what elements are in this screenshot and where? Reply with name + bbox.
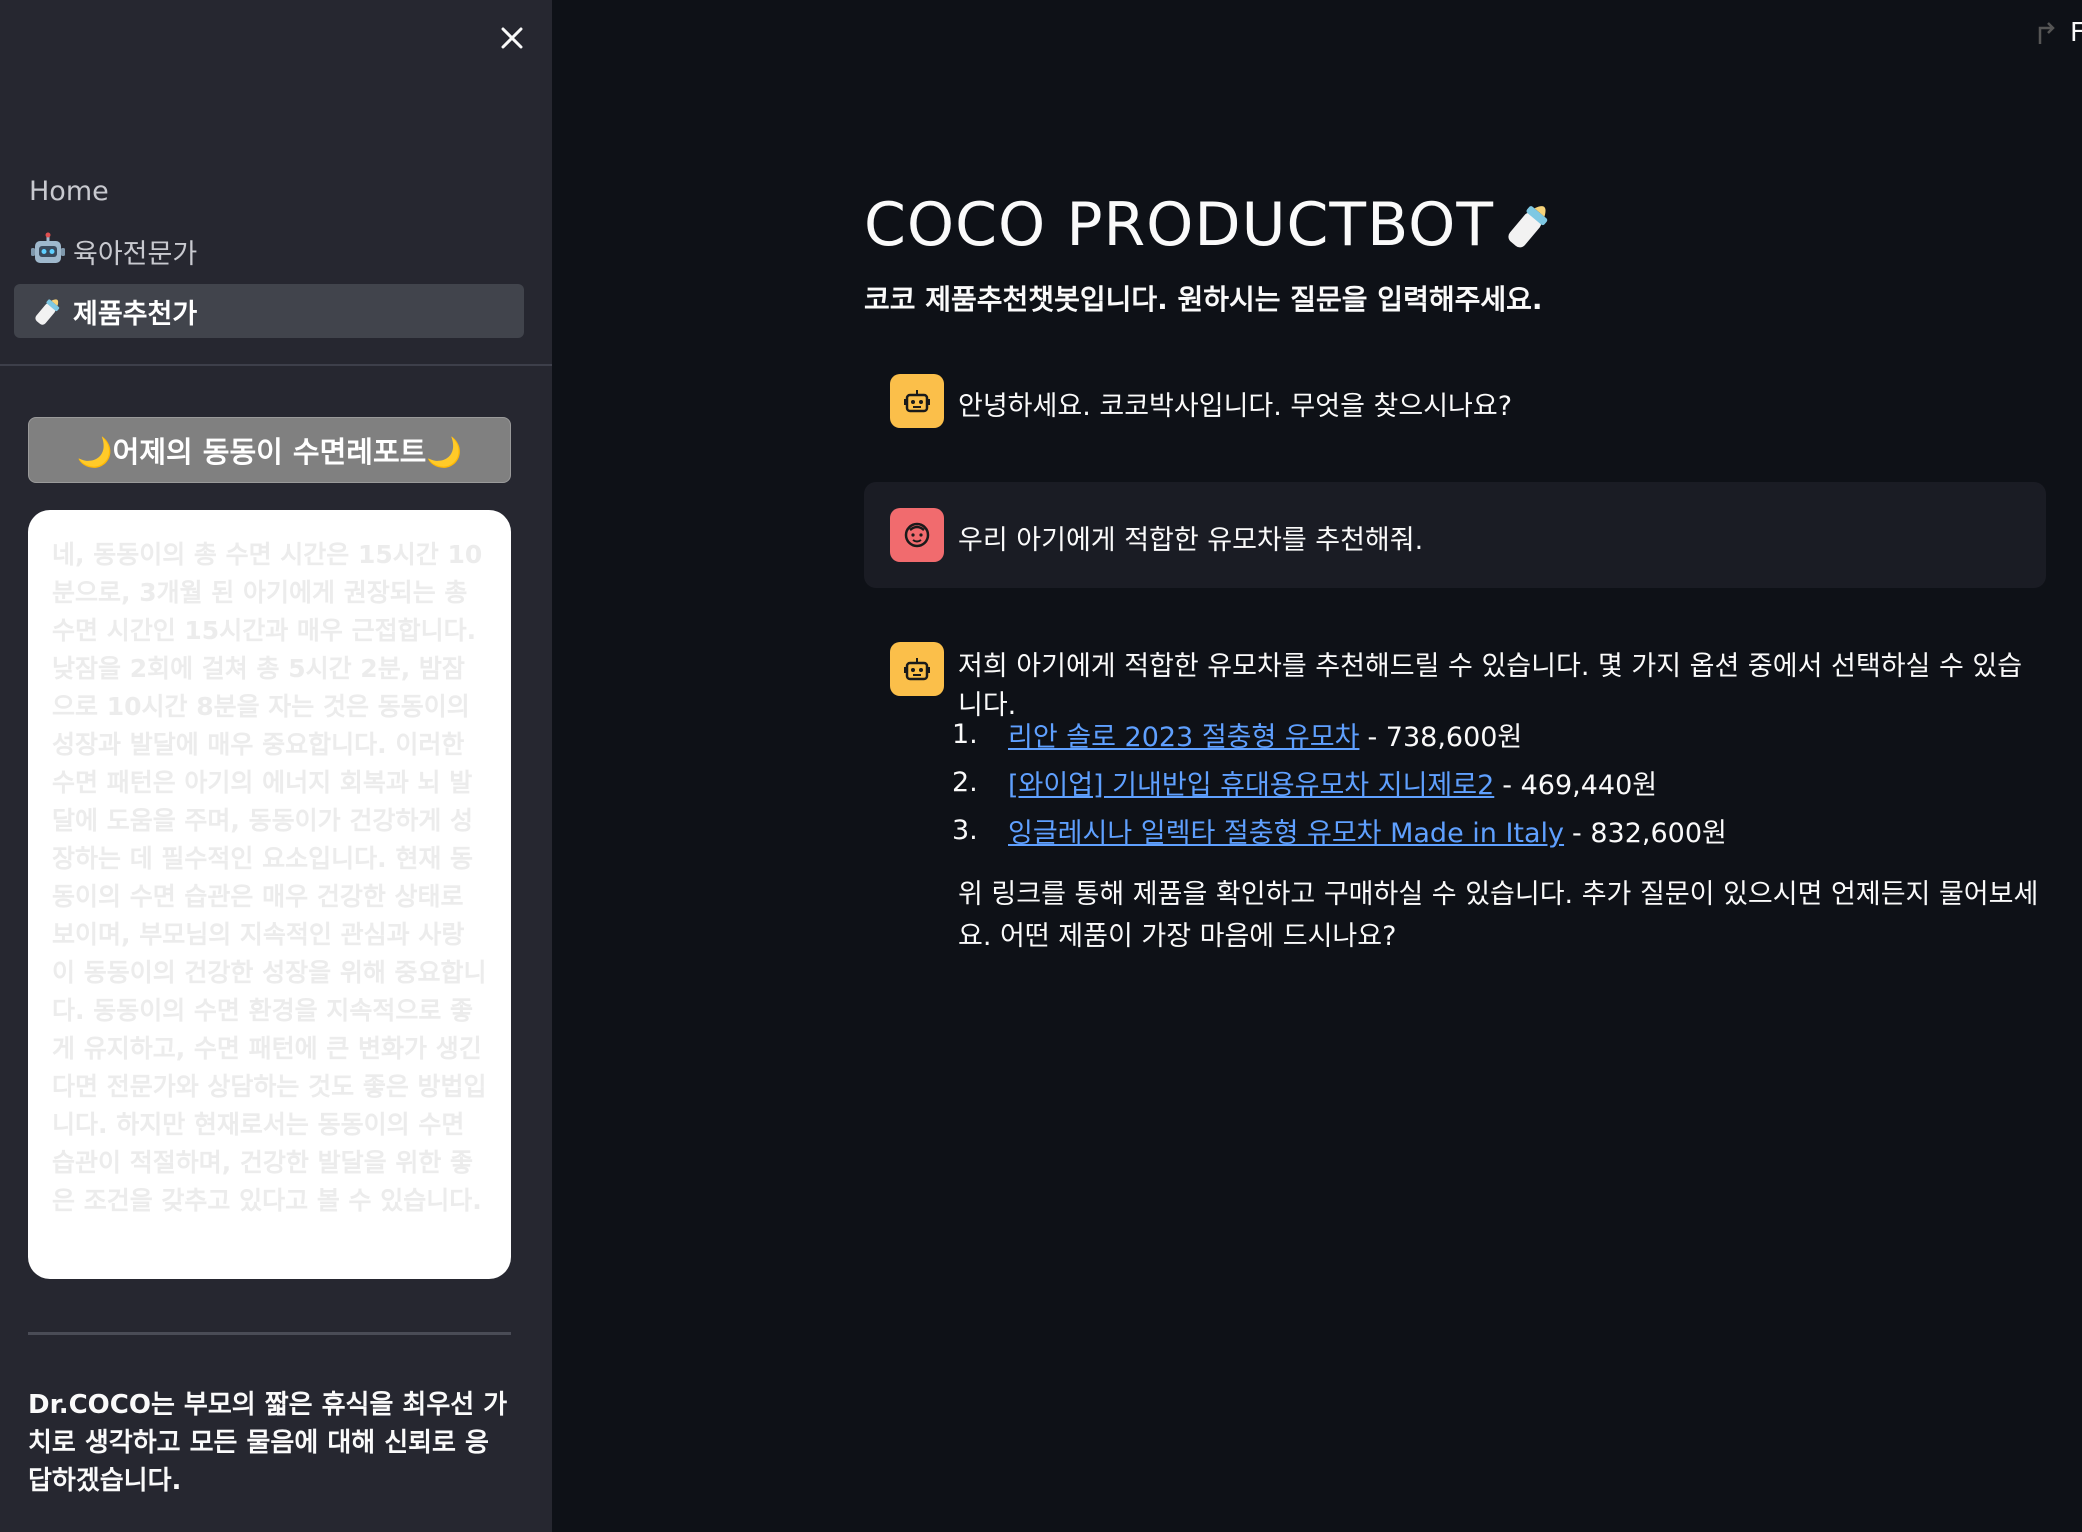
deploy-icon[interactable] xyxy=(2034,20,2060,46)
chat-message-assistant: 안녕하세요. 코코박사입니다. 무엇을 찾으시나요? xyxy=(864,360,2046,442)
product-price: - 832,600원 xyxy=(1572,817,1727,849)
list-number: 3. xyxy=(952,814,978,846)
sleep-report-card: 네, 동동이의 총 수면 시간은 15시간 10분으로, 3개월 된 아기에게 … xyxy=(28,510,511,1279)
list-item: 2. [와이업] 기내반입 휴대용유모차 지니제로2 - 469,440원 xyxy=(952,758,1727,806)
product-link[interactable]: 잉글레시나 일렉타 절충형 유모차 Made in Italy xyxy=(1008,811,1564,850)
product-price: - 738,600원 xyxy=(1367,721,1523,753)
product-price: - 469,440원 xyxy=(1502,769,1658,801)
toolbar-menu-label[interactable]: F xyxy=(2070,18,2082,48)
message-text: 우리 아기에게 적합한 유모차를 추천해줘. xyxy=(958,525,1424,556)
product-link[interactable]: [와이업] 기내반입 휴대용유모차 지니제로2 xyxy=(1008,763,1494,802)
list-item: 3. 잉글레시나 일렉타 절충형 유모차 Made in Italy - 832… xyxy=(952,806,1727,854)
sidebar-divider xyxy=(0,364,552,366)
nav-item-label: 제품추천가 xyxy=(73,298,198,330)
user-face-icon xyxy=(890,508,944,562)
message-closing-text: 위 링크를 통해 제품을 확인하고 구매하실 수 있습니다. 추가 질문이 있으… xyxy=(958,879,2039,952)
baby-bottle-icon xyxy=(29,291,71,331)
list-number: 2. xyxy=(952,766,978,798)
sidebar-footer-text: Dr.COCO는 부모의 짧은 휴식을 최우선 가치로 생각하고 모든 물음에 … xyxy=(28,1390,508,1496)
sidebar-nav: Home 육아전문가 제품추천가 xyxy=(14,164,524,344)
close-sidebar-button[interactable] xyxy=(494,20,530,56)
message-text: 안녕하세요. 코코박사입니다. 무엇을 찾으시나요? xyxy=(958,391,1513,422)
baby-bottle-icon xyxy=(1508,206,1548,248)
robot-icon xyxy=(890,642,944,696)
page-title: COCO PRODUCTBOT xyxy=(864,190,1560,260)
nav-item-home[interactable]: Home xyxy=(14,164,524,218)
close-icon xyxy=(501,27,523,49)
list-number: 1. xyxy=(952,718,978,750)
nav-item-label: Home xyxy=(29,175,109,207)
page-subtitle: 코코 제품추천챗봇입니다. 원하시는 질문을 입력해주세요. xyxy=(864,283,1543,316)
chat-message-user: 우리 아기에게 적합한 유모차를 추천해줘. xyxy=(864,482,2046,588)
nav-item-label: 육아전문가 xyxy=(73,238,198,270)
sleep-report-button[interactable]: 🌙어제의 동동이 수면레포트🌙 xyxy=(28,417,511,483)
sidebar-divider-bottom xyxy=(28,1332,511,1335)
list-item: 1. 리안 솔로 2023 절충형 유모차 - 738,600원 xyxy=(952,710,1727,758)
recommendation-list: 1. 리안 솔로 2023 절충형 유모차 - 738,600원 2. [와이업… xyxy=(952,710,1727,854)
nav-item-product-recommender[interactable]: 제품추천가 xyxy=(14,284,524,338)
page-title-text: COCO PRODUCTBOT xyxy=(864,190,1495,260)
product-link[interactable]: 리안 솔로 2023 절충형 유모차 xyxy=(1008,715,1359,754)
sidebar: Home 육아전문가 제품추천가 🌙어제의 동동이 수면레포트🌙 네, 동동이의… xyxy=(0,0,552,1532)
nav-item-parenting-expert[interactable]: 육아전문가 xyxy=(14,224,524,278)
robot-icon xyxy=(29,231,71,271)
robot-icon xyxy=(890,374,944,428)
sleep-report-text: 네, 동동이의 총 수면 시간은 15시간 10분으로, 3개월 된 아기에게 … xyxy=(52,540,487,1215)
